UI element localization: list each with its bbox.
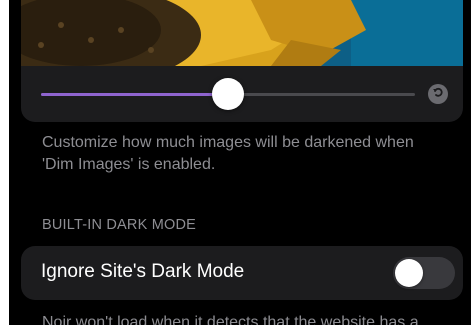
dim-amount-slider[interactable]	[21, 66, 463, 122]
ignore-dark-mode-toggle[interactable]	[393, 257, 455, 289]
toggle-knob	[395, 259, 423, 287]
reset-arrow-icon	[432, 85, 444, 103]
footnote-line: 'Dim Images' is enabled.	[42, 156, 216, 173]
section-header: BUILT-IN DARK MODE	[42, 217, 196, 233]
ignore-dark-mode-label: Ignore Site's Dark Mode	[41, 261, 245, 282]
slider-fill	[41, 93, 228, 96]
dim-images-card	[21, 0, 463, 122]
footnote-line: Customize how much images will be darken…	[42, 134, 414, 151]
settings-screen: Customize how much images will be darken…	[9, 0, 471, 325]
dim-images-footnote: Customize how much images will be darken…	[42, 132, 462, 176]
dark-mode-footnote: Noir won't load when it detects that the…	[42, 314, 419, 325]
image-preview	[21, 0, 463, 66]
ignore-dark-mode-row[interactable]: Ignore Site's Dark Mode	[21, 246, 463, 300]
reset-button[interactable]	[428, 84, 448, 104]
slider-thumb[interactable]	[212, 78, 244, 110]
